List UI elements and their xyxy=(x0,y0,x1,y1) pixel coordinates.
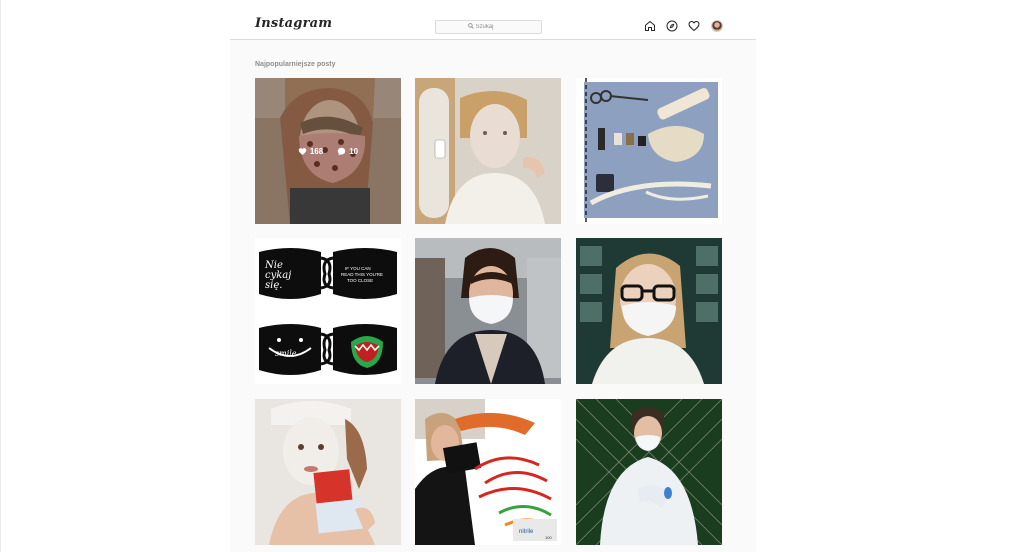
top-navigation: Instagram xyxy=(230,0,756,40)
search-input[interactable] xyxy=(475,24,510,30)
post-tile[interactable]: nitrile 100 xyxy=(415,399,561,545)
post-tile[interactable] xyxy=(576,78,722,224)
avatar[interactable] xyxy=(711,20,723,32)
svg-text:smile: smile xyxy=(275,349,297,358)
svg-text:IF YOU CAN: IF YOU CAN xyxy=(345,266,371,271)
post-tile[interactable] xyxy=(576,399,722,545)
comment-icon xyxy=(337,147,346,155)
post-image-protective-suit xyxy=(576,399,722,545)
post-hover-overlay: 168 10 xyxy=(255,78,401,224)
home-icon[interactable] xyxy=(644,20,656,32)
post-tile[interactable] xyxy=(415,238,561,384)
heart-icon xyxy=(298,147,307,155)
svg-text:READ THIS YOU'RE: READ THIS YOU'RE xyxy=(341,272,383,277)
post-tile[interactable] xyxy=(415,78,561,224)
comments-count: 10 xyxy=(349,146,359,156)
post-tile[interactable]: 168 10 xyxy=(255,78,401,224)
heart-icon[interactable] xyxy=(688,20,700,32)
post-tile[interactable] xyxy=(255,399,401,545)
post-image-face-shield-production: nitrile 100 xyxy=(415,399,561,545)
post-tile[interactable]: Nie cykaj się. IF YOU CAN READ THIS YOU'… xyxy=(255,238,401,384)
post-image-medic-glasses xyxy=(576,238,722,384)
post-image-face-mask-mirror xyxy=(415,78,561,224)
post-image-sheet-mask xyxy=(255,399,401,545)
svg-text:TOO CLOSE: TOO CLOSE xyxy=(347,278,373,283)
post-tile[interactable] xyxy=(576,238,722,384)
page: Instagram Najpopularniejsze posty xyxy=(230,0,756,552)
section-title: Najpopularniejsze posty xyxy=(255,61,336,68)
explore-icon[interactable] xyxy=(666,20,678,32)
search-icon xyxy=(467,23,474,31)
likes-stat: 168 xyxy=(298,147,323,156)
svg-text:nitrile: nitrile xyxy=(519,529,534,535)
post-image-car-selfie xyxy=(415,238,561,384)
comments-stat: 10 xyxy=(337,147,358,156)
search-box[interactable] xyxy=(435,20,542,34)
likes-count: 168 xyxy=(309,146,324,156)
viewport-edge xyxy=(0,0,1,552)
post-image-printed-masks: Nie cykaj się. IF YOU CAN READ THIS YOU'… xyxy=(255,238,401,384)
instagram-logo[interactable]: Instagram xyxy=(255,16,332,31)
post-image-sewing-kit xyxy=(576,78,722,224)
svg-text:się.: się. xyxy=(265,280,282,291)
svg-text:100: 100 xyxy=(545,535,552,540)
